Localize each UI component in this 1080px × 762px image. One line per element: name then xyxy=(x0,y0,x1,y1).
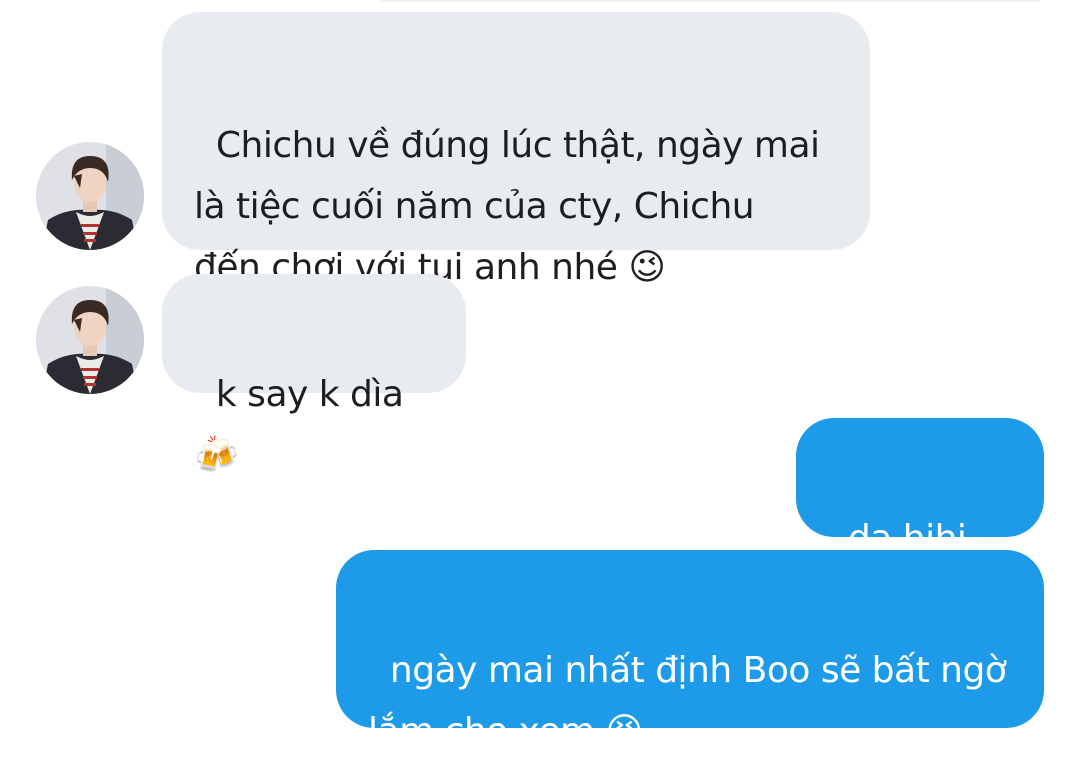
beer-mugs-emoji-icon: 🍻 xyxy=(194,435,239,476)
avatar-photo-icon xyxy=(36,286,144,394)
grinning-squinting-emoji-icon: 😆 xyxy=(605,711,644,752)
message-text: Chichu về đúng lúc thật, ngày mai là tiệ… xyxy=(194,125,820,288)
avatar-photo-icon xyxy=(36,142,144,250)
contact-avatar[interactable] xyxy=(36,286,144,394)
message-text: ngày mai nhất định Boo sẽ bất ngờ lắm ch… xyxy=(368,650,1007,752)
incoming-message-bubble[interactable]: Chichu về đúng lúc thật, ngày mai là tiệ… xyxy=(162,12,870,288)
contact-avatar[interactable] xyxy=(36,142,144,250)
outgoing-message-bubble[interactable]: ngày mai nhất định Boo sẽ bất ngờ lắm ch… xyxy=(336,550,1044,752)
message-text: k say k dìa xyxy=(215,374,404,415)
winking-face-emoji-icon: 😉 xyxy=(628,247,666,288)
top-divider xyxy=(380,0,1040,2)
outgoing-message-bubble[interactable]: dạ hihi 🤭 xyxy=(796,418,1044,620)
incoming-message-bubble[interactable]: k say k dìa 🍻 xyxy=(162,274,466,476)
